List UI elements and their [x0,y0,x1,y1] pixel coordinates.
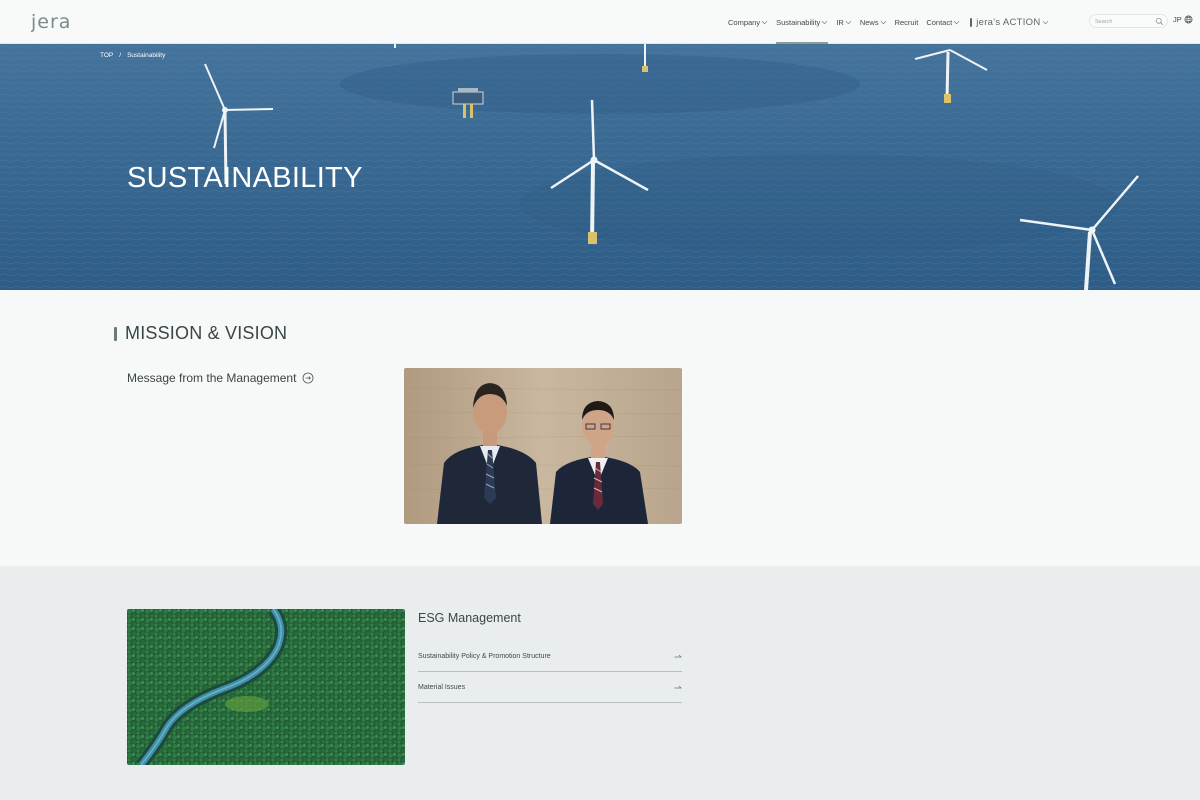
management-photo[interactable] [404,368,682,524]
chevron-down-icon [1042,20,1048,24]
nav-label: Recruit [894,17,919,27]
esg-link-material-issues[interactable]: Material Issues [418,672,682,703]
forest-photo[interactable] [127,609,405,765]
breadcrumb: TOP / Sustainability [100,52,165,59]
arrow-right-icon [674,685,682,689]
search-icon[interactable] [1155,17,1164,26]
globe-icon [1184,15,1193,24]
arrow-right-icon [674,654,682,658]
nav-item-company[interactable]: Company [728,0,768,44]
nav-label: News [859,17,879,27]
esg-link-label: Sustainability Policy & Promotion Struct… [418,652,551,660]
executives-portrait-image [404,368,682,524]
svg-text:jera: jera [31,11,71,33]
esg-management-title: ESG Management [418,611,521,625]
action-logo-bar [970,17,973,27]
nav-label: Company [728,17,761,27]
mission-vision-section: MISSION & VISION Message from the Manage… [0,290,1200,566]
breadcrumb-current: Sustainability [127,52,166,59]
nav-label: Sustainability [776,17,821,27]
main-nav: Company Sustainability IR News Recruit C… [728,0,1049,44]
chevron-down-icon [821,20,828,24]
nav-item-recruit[interactable]: Recruit [895,0,919,44]
hero-banner: TOP / Sustainability SUSTAINABILITY [0,44,1200,290]
nav-item-jeras-action[interactable]: jera's ACTION [970,0,1048,44]
site-header: jera Company Sustainability IR News Recr… [0,0,1200,44]
esg-link-sustainability-policy[interactable]: Sustainability Policy & Promotion Struct… [418,641,682,672]
nav-label: Contact [926,17,953,27]
mission-vision-heading: MISSION & VISION [125,323,288,343]
jera-logo[interactable]: jera [31,11,79,33]
page-title: SUSTAINABILITY [127,162,363,194]
chevron-down-icon [761,20,768,24]
circle-arrow-icon [303,372,314,384]
breadcrumb-top-link[interactable]: TOP [100,52,113,59]
nav-item-news[interactable]: News [860,0,887,44]
nav-item-sustainability[interactable]: Sustainability [776,0,829,44]
nav-item-contact[interactable]: Contact [926,0,960,44]
heading-accent-bar [114,326,117,341]
nav-label: IR [836,17,844,27]
lang-label: JP [1173,15,1182,24]
breadcrumb-separator: / [119,52,122,59]
search-input[interactable] [1095,16,1153,27]
aerial-forest-river-image [127,609,405,765]
management-message-link[interactable]: Message from the Management [127,371,314,385]
management-message-label: Message from the Management [127,371,297,385]
esg-link-label: Material Issues [418,683,466,691]
nav-item-ir[interactable]: IR [836,0,852,44]
section-heading: MISSION & VISION [114,323,287,344]
chevron-down-icon [880,20,886,24]
esg-link-list: Sustainability Policy & Promotion Struct… [418,641,682,703]
action-logo-text: jera's ACTION [976,16,1041,28]
esg-section: ESG Management Sustainability Policy & P… [0,566,1200,800]
language-switch[interactable]: JP [1173,15,1193,24]
chevron-down-icon [845,20,852,24]
chevron-down-icon [953,20,960,24]
search-box [1089,14,1168,28]
